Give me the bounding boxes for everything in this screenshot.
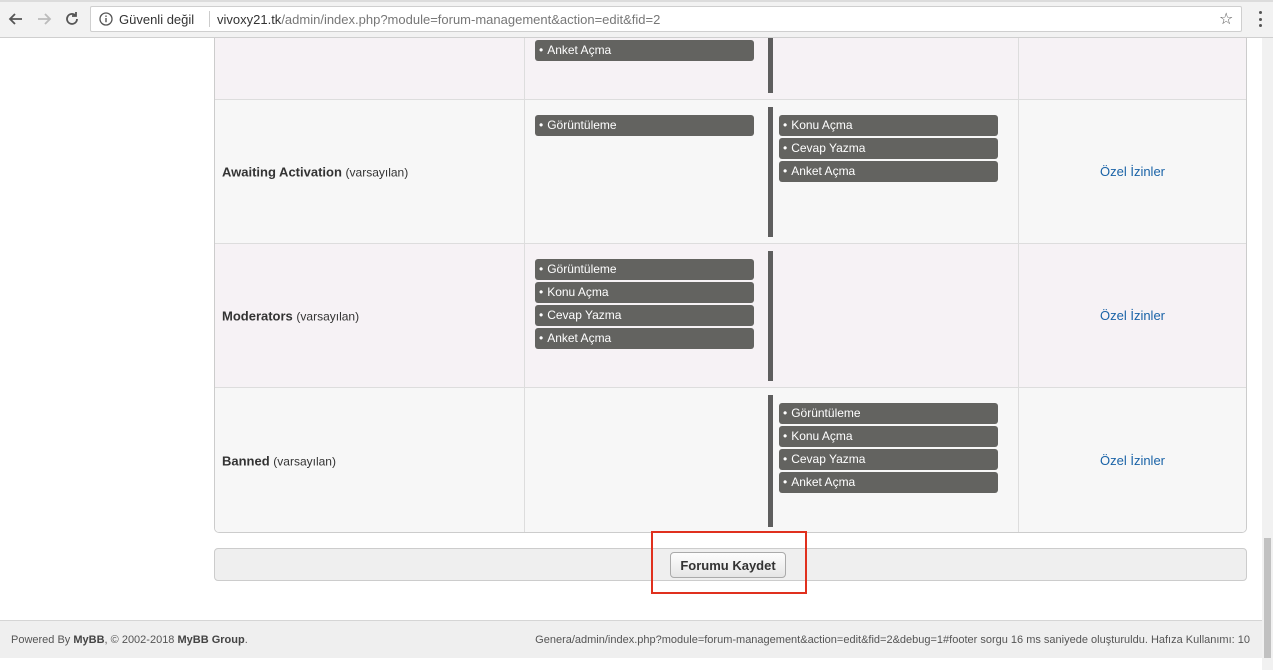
copyright-end: .	[244, 634, 248, 646]
group-title: Awaiting Activation	[222, 164, 342, 179]
group-cell: Awaiting Activation (varsayılan)	[215, 100, 525, 243]
table-row: Awaiting Activation (varsayılan) Görüntü…	[215, 100, 1246, 244]
bottom-strip	[0, 658, 1262, 670]
custom-permissions-cell: Özel İzinler	[1019, 100, 1246, 243]
default-label: (varsayılan)	[273, 454, 336, 468]
table-row: Moderators (varsayılan) Görüntüleme Konu…	[215, 244, 1246, 388]
permissions-cell: Görüntüleme Konu Açma Cevap Yazma Anket …	[525, 244, 1019, 387]
custom-permissions-cell: Özel İzinler	[1019, 244, 1246, 387]
allowed-permissions-list[interactable]: Görüntüleme Konu Açma Cevap Yazma Anket …	[535, 259, 754, 351]
save-forum-button[interactable]: Forumu Kaydet	[670, 552, 786, 578]
permission-divider	[768, 395, 773, 527]
permission-item[interactable]: Görüntüleme	[535, 259, 754, 280]
permission-item[interactable]: Anket Açma	[535, 328, 754, 349]
tab-strip	[0, 0, 1273, 2]
group-name: Banned (varsayılan)	[222, 453, 336, 468]
footer-debug-info[interactable]: Genera/admin/index.php?module=forum-mana…	[535, 634, 1250, 646]
default-label: (varsayılan)	[296, 309, 360, 323]
permission-item[interactable]: Cevap Yazma	[535, 305, 754, 326]
mybb-group-link[interactable]: MyBB Group	[177, 634, 244, 646]
permission-item[interactable]: Görüntüleme	[779, 403, 998, 424]
permission-item[interactable]: Cevap Yazma	[779, 449, 998, 470]
group-title: Banned	[222, 453, 270, 468]
bookmark-star-icon[interactable]: ☆	[1219, 9, 1233, 28]
permissions-cell: Anket Açma	[525, 38, 1019, 99]
browser-menu-icon[interactable]	[1252, 9, 1268, 29]
forum-permissions-table: Anket Açma Awaiting Activation (varsayıl…	[214, 38, 1247, 533]
browser-toolbar: Güvenli değil vivoxy21.tk/admin/index.ph…	[0, 0, 1273, 38]
scrollbar-thumb[interactable]	[1264, 538, 1271, 658]
footer-copyright: Powered By MyBB, © 2002-2018 MyBB Group.	[11, 634, 248, 646]
permission-divider	[768, 107, 773, 237]
url-host: vivoxy21.tk	[217, 12, 282, 27]
permission-item[interactable]: Anket Açma	[535, 40, 754, 61]
group-name: Moderators (varsayılan)	[222, 308, 359, 323]
group-cell: Banned (varsayılan)	[215, 388, 525, 532]
address-bar[interactable]: Güvenli değil vivoxy21.tk/admin/index.ph…	[90, 6, 1242, 32]
custom-permissions-cell	[1019, 38, 1246, 99]
custom-permissions-cell: Özel İzinler	[1019, 388, 1246, 532]
permission-item[interactable]: Konu Açma	[535, 282, 754, 303]
address-separator	[209, 11, 210, 27]
permission-item[interactable]: Anket Açma	[779, 161, 998, 182]
table-row: Anket Açma	[215, 38, 1246, 100]
permissions-cell: Görüntüleme Konu Açma Cevap Yazma Anket …	[525, 100, 1019, 243]
denied-permissions-list[interactable]: Görüntüleme Konu Açma Cevap Yazma Anket …	[779, 403, 998, 495]
group-cell: Moderators (varsayılan)	[215, 244, 525, 387]
page-scrollbar[interactable]	[1262, 38, 1273, 670]
permission-item[interactable]: Konu Açma	[779, 115, 998, 136]
permission-item[interactable]: Anket Açma	[779, 472, 998, 493]
permission-item[interactable]: Cevap Yazma	[779, 138, 998, 159]
back-icon[interactable]	[6, 9, 26, 29]
mybb-link[interactable]: MyBB	[73, 634, 104, 646]
reload-icon[interactable]	[62, 9, 82, 29]
allowed-permissions-list[interactable]: Görüntüleme	[535, 115, 754, 138]
allowed-permissions-list[interactable]: Anket Açma	[535, 40, 754, 63]
permission-item[interactable]: Görüntüleme	[535, 115, 754, 136]
group-title: Moderators	[222, 308, 293, 323]
custom-permissions-link[interactable]: Özel İzinler	[1100, 453, 1165, 468]
custom-permissions-link[interactable]: Özel İzinler	[1100, 164, 1165, 179]
custom-permissions-link[interactable]: Özel İzinler	[1100, 308, 1165, 323]
group-cell	[215, 38, 525, 99]
forward-icon[interactable]	[34, 9, 54, 29]
group-name: Awaiting Activation (varsayılan)	[222, 164, 408, 179]
permission-divider	[768, 251, 773, 381]
permission-item[interactable]: Konu Açma	[779, 426, 998, 447]
powered-by-text: Powered By	[11, 634, 74, 646]
table-row: Banned (varsayılan) Görüntüleme Konu Açm…	[215, 388, 1246, 532]
url-text[interactable]: vivoxy21.tk/admin/index.php?module=forum…	[217, 12, 660, 27]
denied-permissions-list[interactable]: Konu Açma Cevap Yazma Anket Açma	[779, 115, 998, 184]
copyright-text: , © 2002-2018	[104, 634, 178, 646]
default-label: (varsayılan)	[345, 165, 409, 179]
security-label[interactable]: Güvenli değil	[119, 12, 194, 27]
info-icon[interactable]	[99, 12, 113, 26]
permissions-cell: Görüntüleme Konu Açma Cevap Yazma Anket …	[525, 388, 1019, 532]
permission-divider	[768, 38, 773, 93]
page-footer: Powered By MyBB, © 2002-2018 MyBB Group.…	[0, 620, 1262, 658]
url-path: /admin/index.php?module=forum-management…	[281, 12, 661, 27]
